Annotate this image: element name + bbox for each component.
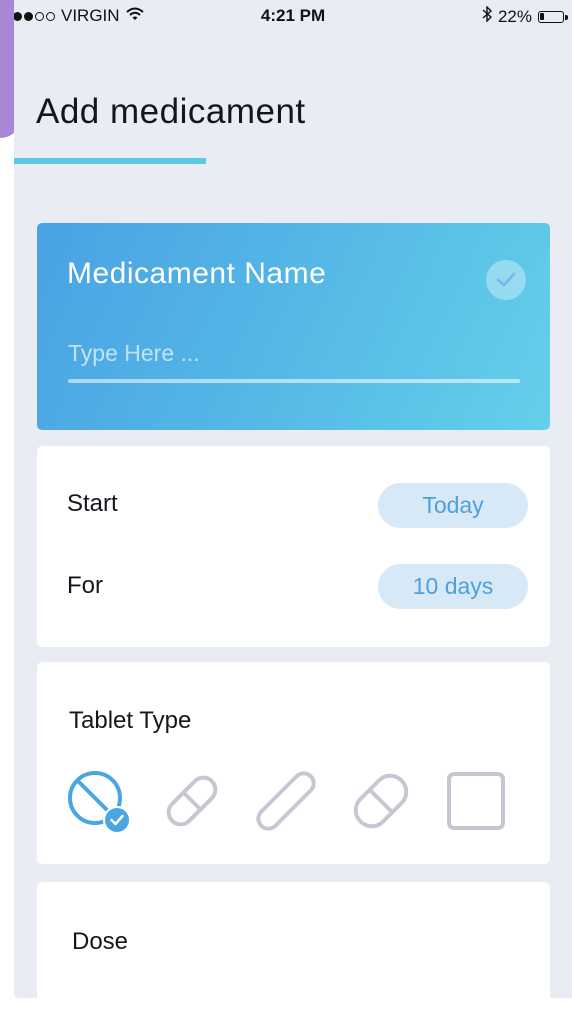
- round-tablet-icon[interactable]: [67, 770, 131, 834]
- dose-label: Dose: [72, 928, 129, 955]
- start-label: Start: [67, 490, 118, 517]
- tablet-type-card: Tablet Type: [37, 662, 550, 864]
- title-underline: [14, 158, 206, 164]
- dose-card: Dose: [37, 882, 550, 998]
- medicament-name-label: Medicament Name: [67, 257, 327, 290]
- bluetooth-icon: [482, 5, 492, 27]
- medicament-name-card: Medicament Name: [37, 223, 550, 430]
- oval-pill-icon[interactable]: [350, 770, 412, 832]
- start-date-button[interactable]: Today: [378, 483, 528, 528]
- capsule-icon[interactable]: [161, 770, 223, 832]
- status-right: 22%: [482, 5, 568, 27]
- app-screen: VIRGIN 4:21 PM 22% Add medicament Medica…: [14, 0, 572, 998]
- medicament-name-input[interactable]: [68, 333, 520, 373]
- selected-check-icon: [103, 806, 131, 834]
- battery-icon: [538, 10, 568, 23]
- page-title: Add medicament: [36, 92, 306, 131]
- input-underline: [68, 379, 520, 383]
- battery-percent: 22%: [497, 6, 532, 26]
- schedule-card: Start Today For 10 days: [37, 446, 550, 647]
- tablet-type-label: Tablet Type: [69, 707, 192, 734]
- confirm-check-icon[interactable]: [486, 260, 526, 300]
- status-bar: VIRGIN 4:21 PM 22%: [14, 0, 572, 34]
- duration-label: For: [67, 572, 103, 599]
- duration-button[interactable]: 10 days: [378, 564, 528, 609]
- square-tablet-icon[interactable]: [445, 770, 507, 832]
- long-capsule-icon[interactable]: [255, 770, 317, 832]
